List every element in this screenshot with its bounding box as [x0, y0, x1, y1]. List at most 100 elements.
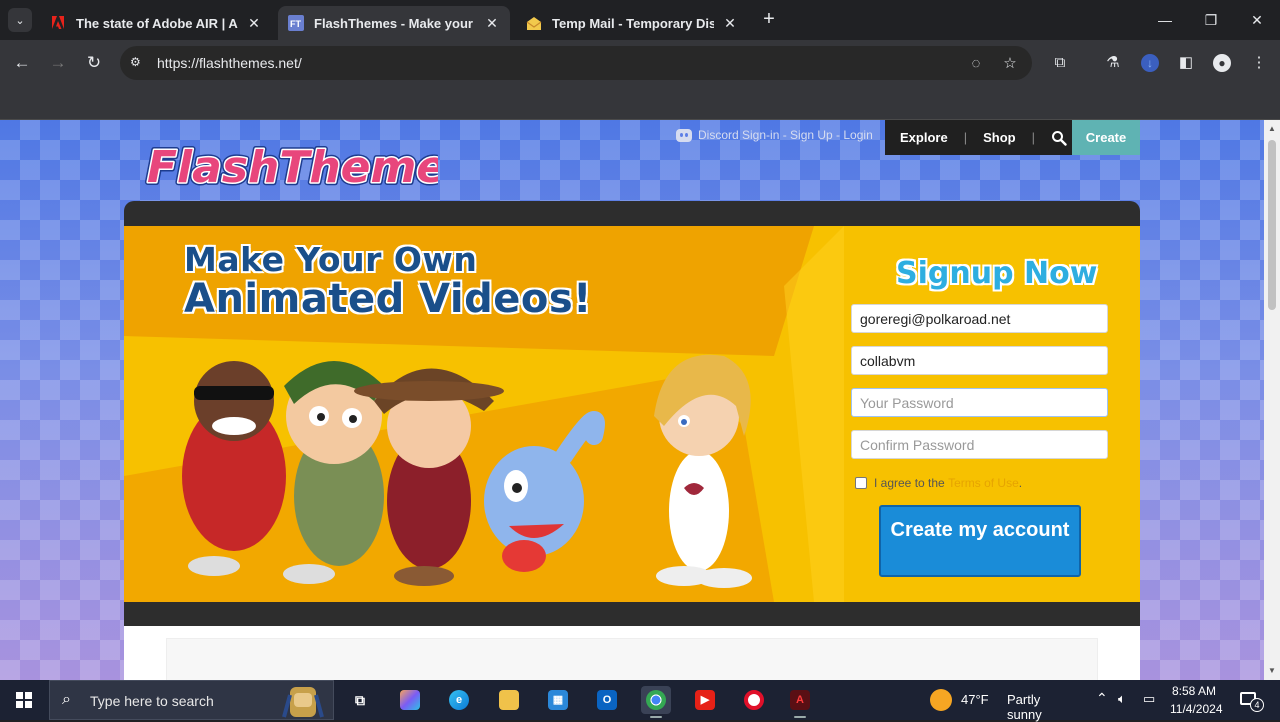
- discord-signin-link[interactable]: Discord Sign-in - Sign Up - Login: [676, 128, 873, 142]
- minimize-button[interactable]: —: [1150, 8, 1180, 32]
- create-account-button[interactable]: Create my account: [879, 505, 1081, 577]
- weather-sun-icon: [930, 689, 952, 711]
- nav-explore[interactable]: Explore: [900, 130, 948, 145]
- menu-kebab-icon[interactable]: ⋮: [1248, 52, 1270, 74]
- chrome-icon: [646, 690, 666, 710]
- weather-temp: 47°F: [961, 692, 989, 707]
- adobe-app-button[interactable]: A: [785, 686, 815, 718]
- bookmark-star-icon[interactable]: ☆: [1000, 54, 1020, 74]
- hero-headline-line1: Make Your Own: [184, 240, 478, 279]
- forward-button[interactable]: →: [47, 52, 69, 74]
- address-bar[interactable]: ⚙ https://flashthemes.net/ ◌ ☆: [120, 46, 1032, 80]
- tab-title: Temp Mail - Temporary Dispo: [552, 15, 714, 31]
- hero-headline-line2: Animated Videos!: [184, 276, 592, 322]
- page-scrollbar[interactable]: ▲ ▼: [1264, 120, 1280, 680]
- chevron-up-icon[interactable]: ⌃: [1096, 690, 1108, 707]
- copilot-button[interactable]: [395, 686, 425, 714]
- nav-separator: |: [963, 130, 968, 145]
- email-field[interactable]: [851, 304, 1108, 333]
- store-icon: ▦: [548, 690, 568, 710]
- profile-icon[interactable]: ●: [1211, 52, 1233, 74]
- browser-toolbar: ← → ↻ ⚙ https://flashthemes.net/ ◌ ☆ ⧉ ⚗…: [0, 40, 1280, 86]
- terms-agreement: I agree to the Terms of Use.: [855, 476, 1022, 490]
- task-view-icon: ⧉: [355, 692, 365, 708]
- back-button[interactable]: ←: [11, 52, 33, 74]
- flashthemes-logo[interactable]: FlashThemes FlashThemes FlashThemes: [143, 138, 438, 194]
- password-field[interactable]: [851, 388, 1108, 417]
- clock-time[interactable]: 8:58 AM: [1172, 684, 1216, 698]
- content-box: [166, 638, 1098, 680]
- start-button[interactable]: [0, 680, 48, 720]
- network-icon[interactable]: ▭: [1143, 691, 1155, 707]
- youtube-button[interactable]: ▶: [690, 686, 720, 714]
- file-explorer-button[interactable]: [494, 686, 524, 714]
- windows-logo-icon: [16, 692, 32, 708]
- close-icon[interactable]: ✕: [722, 15, 738, 32]
- tempmail-icon: [526, 17, 542, 30]
- minimize-icon: —: [1158, 12, 1172, 28]
- nav-shop[interactable]: Shop: [983, 130, 1016, 145]
- tab-flashthemes[interactable]: FT FlashThemes - Make your own ✕: [278, 6, 510, 40]
- reload-icon: ↻: [86, 53, 102, 72]
- reload-button[interactable]: ↻: [83, 52, 105, 74]
- site-settings-icon[interactable]: ⚙: [130, 55, 146, 71]
- youtube-icon: ▶: [695, 690, 715, 710]
- panel-footer-bar: [124, 602, 1140, 626]
- terms-link[interactable]: Terms of Use: [948, 476, 1019, 490]
- task-view-button[interactable]: ⧉: [345, 686, 375, 714]
- clock-date[interactable]: 11/4/2024: [1170, 702, 1223, 716]
- terms-checkbox[interactable]: [855, 477, 867, 489]
- bookmarks-bar: [0, 86, 1280, 120]
- edge-button[interactable]: e: [444, 686, 474, 714]
- speaker-muted-icon[interactable]: 🔈︎: [1118, 691, 1126, 707]
- new-tab-button[interactable]: +: [758, 8, 780, 32]
- plus-icon: +: [763, 8, 775, 30]
- outlook-button[interactable]: O: [592, 686, 622, 714]
- opera-button[interactable]: [739, 686, 769, 714]
- url-text[interactable]: https://flashthemes.net/: [157, 55, 302, 71]
- weather-condition: Partly sunny: [1007, 692, 1042, 722]
- hero-banner: Make Your Own Animated Videos! Signup No…: [124, 226, 1140, 602]
- tab-title: FlashThemes - Make your own: [314, 15, 476, 31]
- create-button[interactable]: Create: [1072, 120, 1140, 155]
- adobe-app-icon: A: [790, 690, 810, 710]
- taskbar-search-box[interactable]: ⌕ Type here to search: [49, 680, 334, 720]
- scrollbar-thumb[interactable]: [1268, 140, 1276, 310]
- chevron-down-icon: ⌄: [15, 14, 25, 27]
- close-icon[interactable]: ✕: [484, 15, 500, 32]
- logo-text: FlashThemes: [147, 142, 438, 193]
- agree-suffix: .: [1018, 476, 1023, 490]
- restore-button[interactable]: ❐: [1196, 8, 1226, 32]
- arrow-left-icon: ←: [13, 53, 31, 72]
- search-highlight-pharaoh-icon: [282, 687, 324, 718]
- outlook-icon: O: [597, 690, 617, 710]
- svg-text:FT: FT: [290, 19, 301, 29]
- search-icon[interactable]: [1051, 130, 1067, 146]
- close-icon: ✕: [1251, 12, 1263, 28]
- extensions-icon[interactable]: ⧉: [1049, 52, 1071, 74]
- scroll-down-icon[interactable]: ▼: [1264, 664, 1280, 678]
- tab-search-button[interactable]: ⌄: [8, 8, 32, 32]
- copilot-icon: [400, 690, 420, 710]
- tab-temp-mail[interactable]: Temp Mail - Temporary Dispo ✕: [516, 6, 748, 40]
- chrome-button[interactable]: [641, 686, 671, 718]
- arrow-right-icon: →: [49, 53, 67, 72]
- weather-widget[interactable]: 47°F Partly sunny: [928, 680, 1078, 722]
- notifications-button[interactable]: 4: [1236, 688, 1264, 712]
- scroll-up-icon[interactable]: ▲: [1264, 122, 1280, 136]
- eye-off-icon[interactable]: ◌: [966, 54, 986, 74]
- close-window-button[interactable]: ✕: [1242, 8, 1272, 32]
- download-icon[interactable]: ↓: [1139, 52, 1161, 74]
- notification-count-badge: 4: [1250, 698, 1264, 712]
- username-field[interactable]: [851, 346, 1108, 375]
- discord-link-text[interactable]: Discord Sign-in - Sign Up - Login: [698, 128, 873, 142]
- discord-icon: [676, 128, 692, 142]
- tab-title: The state of Adobe AIR | Adob: [76, 15, 238, 31]
- side-panel-icon[interactable]: ◧: [1175, 52, 1197, 74]
- labs-flask-icon[interactable]: ⚗: [1102, 52, 1124, 74]
- store-button[interactable]: ▦: [543, 686, 573, 714]
- tab-adobe-air[interactable]: The state of Adobe AIR | Adob ✕: [40, 6, 272, 40]
- confirm-password-field[interactable]: [851, 430, 1108, 459]
- close-icon[interactable]: ✕: [246, 15, 262, 32]
- opera-icon: [744, 690, 764, 710]
